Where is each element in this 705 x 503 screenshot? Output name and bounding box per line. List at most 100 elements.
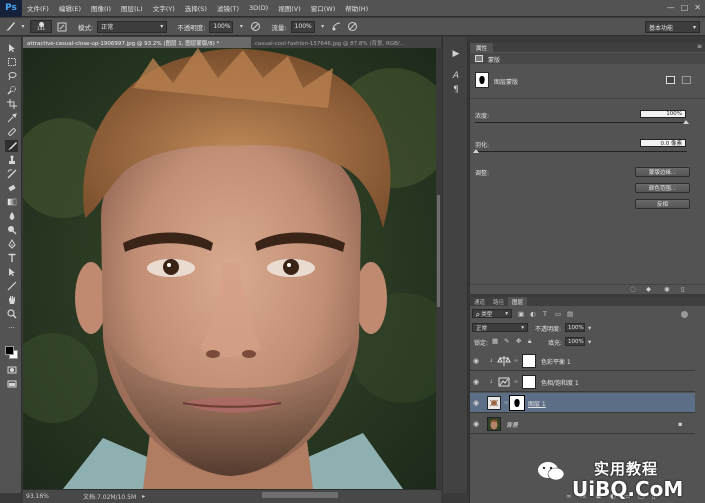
fill-dropdown-icon[interactable]: ▾ xyxy=(588,338,591,346)
brush-size-picker[interactable]: 141 xyxy=(30,20,52,33)
lasso-tool-icon[interactable] xyxy=(5,70,18,82)
layer-mask-thumbnail[interactable] xyxy=(522,375,536,389)
character-panel-icon[interactable]: A xyxy=(449,69,463,83)
zoom-level[interactable]: 93.16% xyxy=(23,493,63,500)
layer-row-layer-1[interactable]: ◉ ∞ 图层 1 xyxy=(470,393,695,413)
menu-layer[interactable]: 图层(L) xyxy=(116,3,148,13)
blend-mode-select[interactable]: 正常 ▾ xyxy=(472,323,528,332)
layer-row-background[interactable]: ◉ 背景 ▪ xyxy=(470,414,695,434)
density-slider-knob[interactable] xyxy=(683,120,689,124)
layer-opacity-input[interactable]: 100% xyxy=(565,323,585,332)
filter-shape-icon[interactable]: ▭ xyxy=(555,310,561,318)
visibility-eye-icon[interactable]: ◉ xyxy=(473,399,479,407)
feather-slider-knob[interactable] xyxy=(473,149,479,153)
canvas-image[interactable] xyxy=(23,48,436,489)
gradient-tool-icon[interactable] xyxy=(5,196,18,208)
layer-name[interactable]: 图层 1 xyxy=(528,399,546,408)
menu-help[interactable]: 帮助(H) xyxy=(340,3,373,13)
feather-input[interactable]: 0.0 像素 xyxy=(640,139,686,147)
workspace-switcher[interactable]: 基本功能 ▾ xyxy=(645,21,700,33)
background-thumbnail[interactable] xyxy=(487,417,501,431)
pen-tool-icon[interactable] xyxy=(5,238,18,250)
menu-edit[interactable]: 编辑(E) xyxy=(54,3,86,13)
layer-name[interactable]: 背景 xyxy=(506,420,518,429)
opacity-input[interactable]: 100% xyxy=(209,20,234,33)
canvas-vertical-scroll-thumb[interactable] xyxy=(437,195,440,307)
brush-tool-icon[interactable] xyxy=(4,21,16,33)
mask-edge-button[interactable]: 蒙版边缘... xyxy=(635,167,690,177)
canvas-horizontal-scroll-thumb[interactable] xyxy=(262,492,338,498)
doc-tab-inactive[interactable]: casual-cool-fashion-157646.jpg @ 87.8% (… xyxy=(251,37,441,48)
flow-dropdown-icon[interactable]: ▾ xyxy=(319,21,327,33)
document-size[interactable]: 文档:7.02M/10.5M xyxy=(83,492,136,501)
tool-preset-dropdown-icon[interactable]: ▾ xyxy=(20,21,26,33)
airbrush-icon[interactable] xyxy=(331,21,343,33)
opacity-dropdown-icon[interactable]: ▾ xyxy=(237,21,245,33)
layer-mask-thumbnail[interactable] xyxy=(522,354,536,368)
doc-tab-active[interactable]: attractive-casual-close-up-1906997.jpg @… xyxy=(23,37,251,48)
minimize-button[interactable]: — xyxy=(667,3,675,12)
move-tool-icon[interactable] xyxy=(5,42,18,54)
quick-select-tool-icon[interactable] xyxy=(5,84,18,96)
lock-image-icon[interactable]: ✎ xyxy=(504,337,509,345)
paragraph-panel-icon[interactable]: ¶ xyxy=(449,83,463,97)
menu-file[interactable]: 文件(F) xyxy=(22,3,54,13)
feather-slider-track[interactable] xyxy=(475,151,687,152)
clone-stamp-tool-icon[interactable] xyxy=(5,154,18,166)
lock-all-icon[interactable]: 🔒︎ xyxy=(528,337,531,346)
layer-mask-thumbnail[interactable] xyxy=(509,395,525,411)
zoom-tool-icon[interactable] xyxy=(5,308,18,320)
more-tools-icon[interactable]: ··· xyxy=(5,322,18,334)
load-selection-icon[interactable]: ◌ xyxy=(630,285,636,293)
brush-tool-icon[interactable] xyxy=(5,140,18,152)
fill-input[interactable]: 100% xyxy=(565,337,585,346)
select-pixel-mask-icon[interactable] xyxy=(666,76,675,84)
panel-menu-icon[interactable]: ≡ xyxy=(697,43,702,50)
layer-name[interactable]: 色彩平衡 1 xyxy=(541,357,571,366)
filter-pixel-icon[interactable]: ▣ xyxy=(518,310,524,318)
lock-position-icon[interactable]: ✥ xyxy=(516,337,521,345)
opacity-dropdown-icon[interactable]: ▾ xyxy=(588,324,591,332)
menu-type[interactable]: 文字(Y) xyxy=(148,3,180,13)
history-brush-tool-icon[interactable] xyxy=(5,168,18,180)
layer-filter-kind-select[interactable]: ρ 类型 ▾ xyxy=(472,309,512,318)
flow-input[interactable]: 100% xyxy=(290,20,315,33)
visibility-eye-icon[interactable]: ◉ xyxy=(473,357,479,365)
layer-thumbnail[interactable] xyxy=(487,396,501,410)
density-input[interactable]: 100% xyxy=(640,110,686,118)
hand-tool-icon[interactable] xyxy=(5,294,18,306)
maximize-button[interactable]: □ xyxy=(681,3,689,12)
tab-channels[interactable]: 通道 xyxy=(470,297,489,306)
pressure-opacity-icon[interactable] xyxy=(249,21,261,33)
trash-icon[interactable]: ▯ xyxy=(681,285,685,293)
menu-window[interactable]: 窗口(W) xyxy=(306,3,341,13)
close-button[interactable]: ✕ xyxy=(694,3,701,12)
visibility-icon[interactable]: ◉ xyxy=(664,285,670,293)
tab-paths[interactable]: 路径 xyxy=(489,297,508,306)
layer-row-color-balance[interactable]: ◉ ↓ ∞ 色彩平衡 1 xyxy=(470,351,695,371)
dodge-tool-icon[interactable] xyxy=(5,224,18,236)
status-menu-arrow-icon[interactable]: ▸ xyxy=(142,493,145,500)
menu-image[interactable]: 图像(I) xyxy=(86,3,116,13)
quick-mask-icon[interactable] xyxy=(5,364,18,376)
mask-thumbnail[interactable] xyxy=(475,72,489,88)
density-slider-track[interactable] xyxy=(475,122,687,123)
pressure-size-icon[interactable] xyxy=(347,21,359,33)
eraser-tool-icon[interactable] xyxy=(5,182,18,194)
crop-tool-icon[interactable] xyxy=(5,98,18,110)
layer-name[interactable]: 色相/饱和度 1 xyxy=(541,378,579,387)
filter-adjustment-icon[interactable]: ◐ xyxy=(530,310,536,318)
filter-toggle-icon[interactable] xyxy=(681,311,688,318)
menu-3d[interactable]: 3D(D) xyxy=(244,4,273,12)
healing-brush-tool-icon[interactable] xyxy=(5,126,18,138)
filter-smart-object-icon[interactable]: ▤ xyxy=(567,310,573,318)
play-action-icon[interactable]: ▶ xyxy=(449,47,463,61)
menu-filter[interactable]: 滤镜(T) xyxy=(212,3,244,13)
marquee-tool-icon[interactable] xyxy=(5,56,18,68)
visibility-eye-icon[interactable]: ◉ xyxy=(473,378,479,386)
blur-tool-icon[interactable] xyxy=(5,210,18,222)
visibility-eye-icon[interactable]: ◉ xyxy=(473,420,479,428)
filter-type-icon[interactable]: T xyxy=(543,310,547,318)
type-tool-icon[interactable] xyxy=(5,252,18,264)
path-selection-tool-icon[interactable] xyxy=(5,266,18,278)
